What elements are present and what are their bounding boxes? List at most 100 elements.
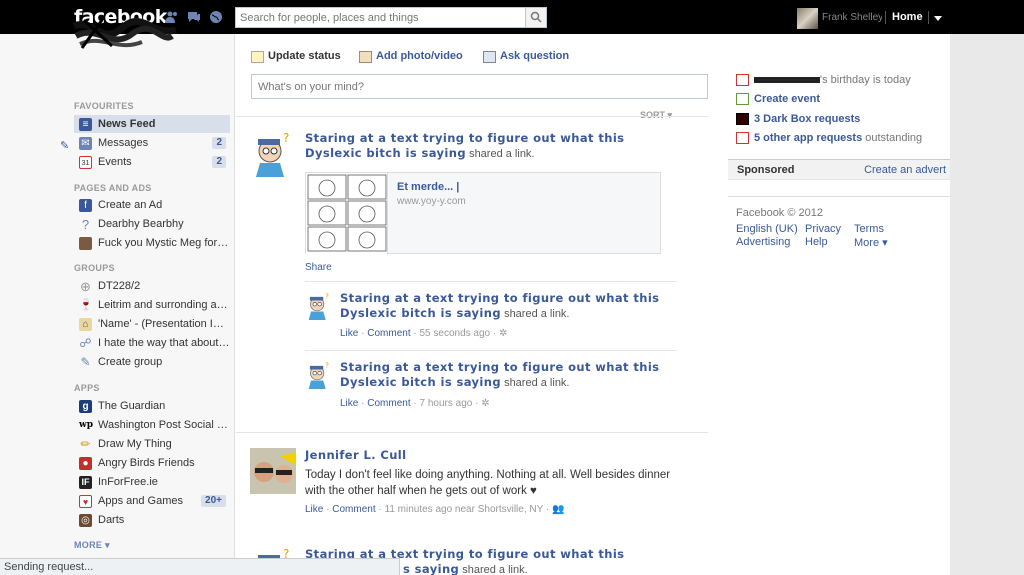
svg-text:?: ? <box>283 131 289 145</box>
account-menu-chevron-down-icon[interactable] <box>934 16 942 21</box>
story-meta: Like · Comment · 55 seconds ago · ✲ <box>340 328 508 339</box>
footer-link-advertising[interactable]: Advertising <box>736 236 790 248</box>
copyright: Facebook © 2012 <box>736 207 823 219</box>
profile-picture-jennifer[interactable] <box>250 448 296 494</box>
games-icon: ♥ <box>79 495 92 508</box>
divider <box>305 281 677 282</box>
settings-gear-icon[interactable]: ✲ <box>499 328 507 339</box>
tab-add-photo[interactable]: Add photo/video <box>359 50 463 63</box>
sidebar-item-create-group[interactable]: ✎ Create group <box>74 353 230 371</box>
story-author-link[interactable]: Staring at a text trying to figure out w… <box>340 360 659 389</box>
comment-link[interactable]: Comment <box>367 398 410 409</box>
footer-link-more[interactable]: More ▾ <box>854 236 888 249</box>
sidebar-item-i-hate[interactable]: ☍ I hate the way that about ... <box>74 334 230 352</box>
angry-birds-icon: ● <box>79 457 92 470</box>
story-author-link[interactable]: Staring at a text trying to figure out w… <box>340 291 659 320</box>
story-author-link[interactable]: s saying <box>403 562 459 575</box>
comment-link[interactable]: Comment <box>367 328 410 339</box>
sidebar-item-apps-and-games[interactable]: ♥ Apps and Games 20+ <box>74 492 230 510</box>
messages-icon[interactable] <box>187 10 201 24</box>
divider <box>305 350 677 351</box>
story-header: Staring at a text trying to figure out w… <box>305 131 635 161</box>
sponsored-title: Sponsored <box>737 164 795 176</box>
link-title[interactable]: Et merde... | <box>397 181 459 193</box>
sort-label: SORT <box>640 110 666 120</box>
avatar[interactable] <box>797 8 818 29</box>
tab-ask-question[interactable]: Ask question <box>483 50 570 63</box>
notifications-globe-icon[interactable] <box>209 10 223 24</box>
sidebar-item-messages[interactable]: ✉ Messages 2 <box>74 134 230 152</box>
profile-picture-troll[interactable]: ? <box>250 131 296 177</box>
tab-label: Ask question <box>500 50 570 62</box>
more-link[interactable]: MORE ▾ <box>74 540 110 551</box>
sidebar-item-angry-birds[interactable]: ● Angry Birds Friends <box>74 454 230 472</box>
sidebar-item-label: News Feed <box>98 118 156 130</box>
sidebar-item-draw-my-thing[interactable]: ✏ Draw My Thing <box>74 435 230 453</box>
timestamp[interactable]: 7 hours ago <box>420 398 473 409</box>
footer-link-help[interactable]: Help <box>805 236 828 248</box>
footer-link-terms[interactable]: Terms <box>854 223 884 235</box>
sidebar-item-label: The Guardian <box>98 400 166 412</box>
search-input[interactable] <box>236 8 526 27</box>
comment-link[interactable]: Comment <box>332 504 375 515</box>
pencil-edit-icon[interactable]: ✎ <box>60 139 69 152</box>
user-name-link[interactable]: Frank Shelley <box>822 12 882 23</box>
like-link[interactable]: Like <box>305 504 323 515</box>
sidebar-item-mystic-meg[interactable]: Fuck you Mystic Meg for clo... <box>74 234 230 252</box>
divider <box>928 11 929 24</box>
profile-picture-troll[interactable]: ? <box>305 292 333 320</box>
story-action: shared a link. <box>462 564 528 575</box>
story-author-link[interactable]: Jennifer L. Cull <box>305 448 406 463</box>
sidebar-item-washington-post[interactable]: wp Washington Post Social Rea... <box>74 416 230 434</box>
timestamp[interactable]: 11 minutes ago near Shortsville, NY <box>385 504 544 515</box>
profile-picture[interactable] <box>72 16 178 52</box>
link-preview[interactable]: Et merde... | www.yoy-y.com <box>305 172 661 255</box>
like-link[interactable]: Like <box>340 328 358 339</box>
home-link[interactable]: Home <box>892 11 923 23</box>
birthday-reminder[interactable]: 's birthday is today <box>736 73 911 87</box>
sidebar-item-label: Apps and Games <box>98 495 183 507</box>
sidebar-item-create-ad[interactable]: f Create an Ad <box>74 196 230 214</box>
sidebar-item-dearbhy[interactable]: ? Dearbhy Bearbhy <box>74 215 230 233</box>
redacted-name <box>754 77 820 84</box>
story-author-link[interactable]: Staring at a text trying to figure out w… <box>305 131 624 160</box>
footer-link-privacy[interactable]: Privacy <box>805 223 841 235</box>
group-icon: ⊕ <box>80 279 91 294</box>
settings-gear-icon[interactable]: ✲ <box>481 398 489 409</box>
photo-icon <box>359 51 372 63</box>
status-composer-input[interactable]: What's on your mind? <box>251 74 708 99</box>
sidebar-item-label: Leitrim and surronding area... <box>98 299 230 311</box>
sidebar-item-label: I hate the way that about ... <box>98 337 230 349</box>
gift-icon <box>736 74 749 86</box>
create-event-link[interactable]: Create event <box>736 92 820 106</box>
sidebar-item-leitrim[interactable]: 🍷 Leitrim and surronding area... <box>74 296 230 314</box>
like-link[interactable]: Like <box>340 398 358 409</box>
search-button[interactable] <box>525 8 546 27</box>
sidebar-item-news-feed[interactable]: ≡ News Feed <box>74 115 230 133</box>
sidebar-item-inforfree[interactable]: IF InForFree.ie <box>74 473 230 491</box>
share-link[interactable]: Share <box>305 262 332 273</box>
darts-icon: ◎ <box>79 514 92 527</box>
sidebar-item-dt228[interactable]: ⊕ DT228/2 <box>74 277 230 295</box>
audience-friends-icon[interactable]: 👥 <box>552 504 564 515</box>
dark-box-requests-link[interactable]: 3 Dark Box requests <box>736 112 860 126</box>
sidebar-item-name-presentation[interactable]: ⌂ 'Name' - (Presentation INfo... <box>74 315 230 333</box>
footer-link-english[interactable]: English (UK) <box>736 223 798 235</box>
story-action: shared a link. <box>469 148 535 160</box>
group-icon: ⌂ <box>79 318 92 331</box>
create-advert-link[interactable]: Create an advert <box>864 164 946 176</box>
tab-update-status[interactable]: Update status <box>251 50 341 63</box>
sub-story: Staring at a text trying to figure out w… <box>340 291 670 321</box>
timestamp[interactable]: 55 seconds ago <box>420 328 491 339</box>
profile-picture-troll[interactable]: ? <box>305 361 333 389</box>
divider <box>236 116 708 117</box>
app-requests-label: 5 other app requests <box>754 132 863 144</box>
sidebar-item-events[interactable]: 31 Events 2 <box>74 153 230 171</box>
search-icon <box>530 11 542 23</box>
messages-icon: ✉ <box>79 137 92 150</box>
dark-box-label: 3 Dark Box requests <box>754 113 861 125</box>
sidebar-item-guardian[interactable]: g The Guardian <box>74 397 230 415</box>
app-requests-link[interactable]: 5 other app requests outstanding <box>736 131 922 145</box>
sidebar-item-darts[interactable]: ◎ Darts <box>74 511 230 529</box>
story-meta: Like · Comment · 7 hours ago · ✲ <box>340 398 490 409</box>
